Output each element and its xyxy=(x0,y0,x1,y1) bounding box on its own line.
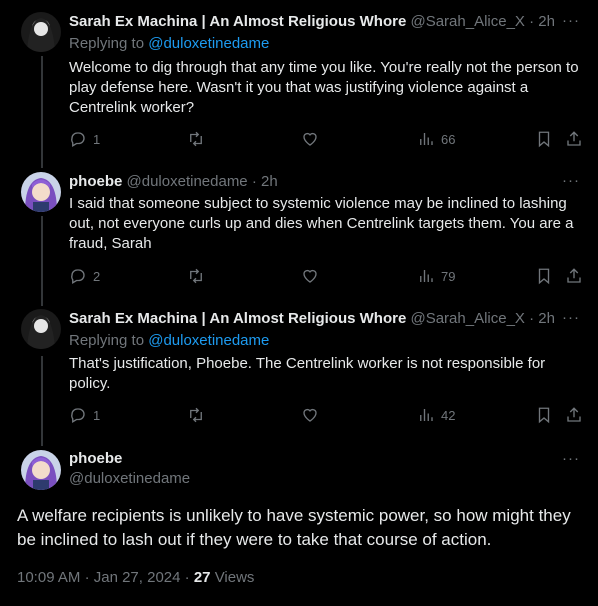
reply-icon xyxy=(71,408,85,423)
reply-count: 1 xyxy=(93,131,101,147)
author-handle[interactable]: @duloxetinedame xyxy=(127,173,248,190)
reply-icon xyxy=(71,269,85,284)
views-label: Views xyxy=(214,569,255,586)
timestamp[interactable]: 2h xyxy=(538,310,555,327)
views-icon xyxy=(420,270,433,282)
more-icon[interactable]: ··· xyxy=(562,12,580,29)
post-date[interactable]: Jan 27, 2024 xyxy=(94,569,181,586)
views-icon xyxy=(420,409,433,421)
like-button[interactable] xyxy=(301,406,319,424)
bookmark-button[interactable] xyxy=(535,406,553,424)
author-name[interactable]: Sarah Ex Machina | An Almost Religious W… xyxy=(69,310,406,327)
more-icon[interactable]: ··· xyxy=(562,172,580,189)
reply-tweet[interactable]: Sarah Ex Machina | An Almost Religious W… xyxy=(0,12,598,162)
timestamp[interactable]: 2h xyxy=(538,13,555,30)
more-icon[interactable]: ··· xyxy=(562,309,580,326)
tweet-text: I said that someone subject to systemic … xyxy=(69,195,574,252)
separator: · xyxy=(529,310,535,327)
separator: · xyxy=(529,13,535,30)
bookmark-icon xyxy=(538,268,550,285)
post-time[interactable]: 10:09 AM xyxy=(17,569,80,586)
bookmark-button[interactable] xyxy=(535,267,553,285)
action-bar: 1 66 xyxy=(69,130,584,150)
share-icon xyxy=(567,131,581,146)
reply-tweet[interactable]: Sarah Ex Machina | An Almost Religious W… xyxy=(0,309,598,439)
tweet-header: Sarah Ex Machina | An Almost Religious W… xyxy=(69,12,588,32)
reply-icon xyxy=(71,132,85,147)
tweet-text: A welfare recipients is unlikely to have… xyxy=(17,506,571,549)
views-count: 79 xyxy=(441,268,456,284)
share-button[interactable] xyxy=(565,130,583,148)
tweet-header: Sarah Ex Machina | An Almost Religious W… xyxy=(69,309,588,329)
avatar[interactable] xyxy=(21,450,61,490)
views-count: 66 xyxy=(441,131,456,147)
avatar[interactable] xyxy=(21,309,61,349)
retweet-icon xyxy=(190,268,202,284)
author-name[interactable]: Sarah Ex Machina | An Almost Religious W… xyxy=(69,13,406,30)
mention-link[interactable]: @duloxetinedame xyxy=(148,332,269,349)
tweet-meta: 10:09 AM · Jan 27, 2024 · 27 Views xyxy=(17,569,254,586)
like-icon xyxy=(303,132,317,146)
share-icon xyxy=(567,407,581,422)
retweet-button[interactable] xyxy=(187,130,205,148)
action-bar: 1 42 xyxy=(69,406,584,426)
bookmark-button[interactable] xyxy=(535,130,553,148)
views-count: 27 xyxy=(193,569,211,586)
reply-button[interactable]: 1 xyxy=(69,130,100,148)
views-button[interactable]: 42 xyxy=(417,406,455,424)
tweet-text: That's justification, Phoebe. The Centre… xyxy=(69,355,546,392)
author-name[interactable]: phoebe xyxy=(69,450,122,467)
like-icon xyxy=(303,269,317,283)
timestamp[interactable]: 2h xyxy=(261,173,278,190)
replying-to: Replying to @duloxetinedame xyxy=(69,331,269,351)
tweet-text: Welcome to dig through that any time you… xyxy=(69,59,579,116)
action-bar: 2 79 xyxy=(69,267,584,287)
reply-button[interactable]: 1 xyxy=(69,406,100,424)
replying-to: Replying to @duloxetinedame xyxy=(69,34,269,54)
like-icon xyxy=(303,408,317,422)
bookmark-icon xyxy=(538,407,550,424)
author-handle[interactable]: @duloxetinedame xyxy=(69,470,190,487)
retweet-icon xyxy=(190,131,202,147)
like-button[interactable] xyxy=(301,267,319,285)
bookmark-icon xyxy=(538,131,550,148)
reply-count: 2 xyxy=(93,268,101,284)
share-icon xyxy=(567,268,581,283)
reply-count: 1 xyxy=(93,407,101,423)
reply-tweet[interactable]: phoebe @duloxetinedame · 2h ··· I said t… xyxy=(0,172,598,302)
retweet-button[interactable] xyxy=(187,267,205,285)
views-button[interactable]: 79 xyxy=(417,267,455,285)
separator: · xyxy=(84,569,90,586)
mention-link[interactable]: @duloxetinedame xyxy=(148,35,269,52)
replying-to-label: Replying to xyxy=(69,35,145,52)
retweet-icon xyxy=(190,407,202,423)
author-name[interactable]: phoebe xyxy=(69,173,122,190)
tweet-header: phoebe @duloxetinedame · 2h xyxy=(69,172,588,192)
avatar[interactable] xyxy=(21,12,61,52)
main-tweet: phoebe @duloxetinedame ··· A welfare rec… xyxy=(0,450,598,606)
like-button[interactable] xyxy=(301,130,319,148)
share-button[interactable] xyxy=(565,406,583,424)
views-count: 42 xyxy=(441,407,456,423)
retweet-button[interactable] xyxy=(187,406,205,424)
more-icon[interactable]: ··· xyxy=(562,450,580,467)
avatar[interactable] xyxy=(21,172,61,212)
separator: · xyxy=(251,173,257,190)
reply-button[interactable]: 2 xyxy=(69,267,100,285)
views-icon xyxy=(420,133,433,145)
share-button[interactable] xyxy=(565,267,583,285)
separator: · xyxy=(184,569,190,586)
views-button[interactable]: 66 xyxy=(417,130,455,148)
author-handle[interactable]: @Sarah_Alice_X xyxy=(410,310,524,327)
author-handle[interactable]: @Sarah_Alice_X xyxy=(410,13,524,30)
replying-to-label: Replying to xyxy=(69,332,145,349)
